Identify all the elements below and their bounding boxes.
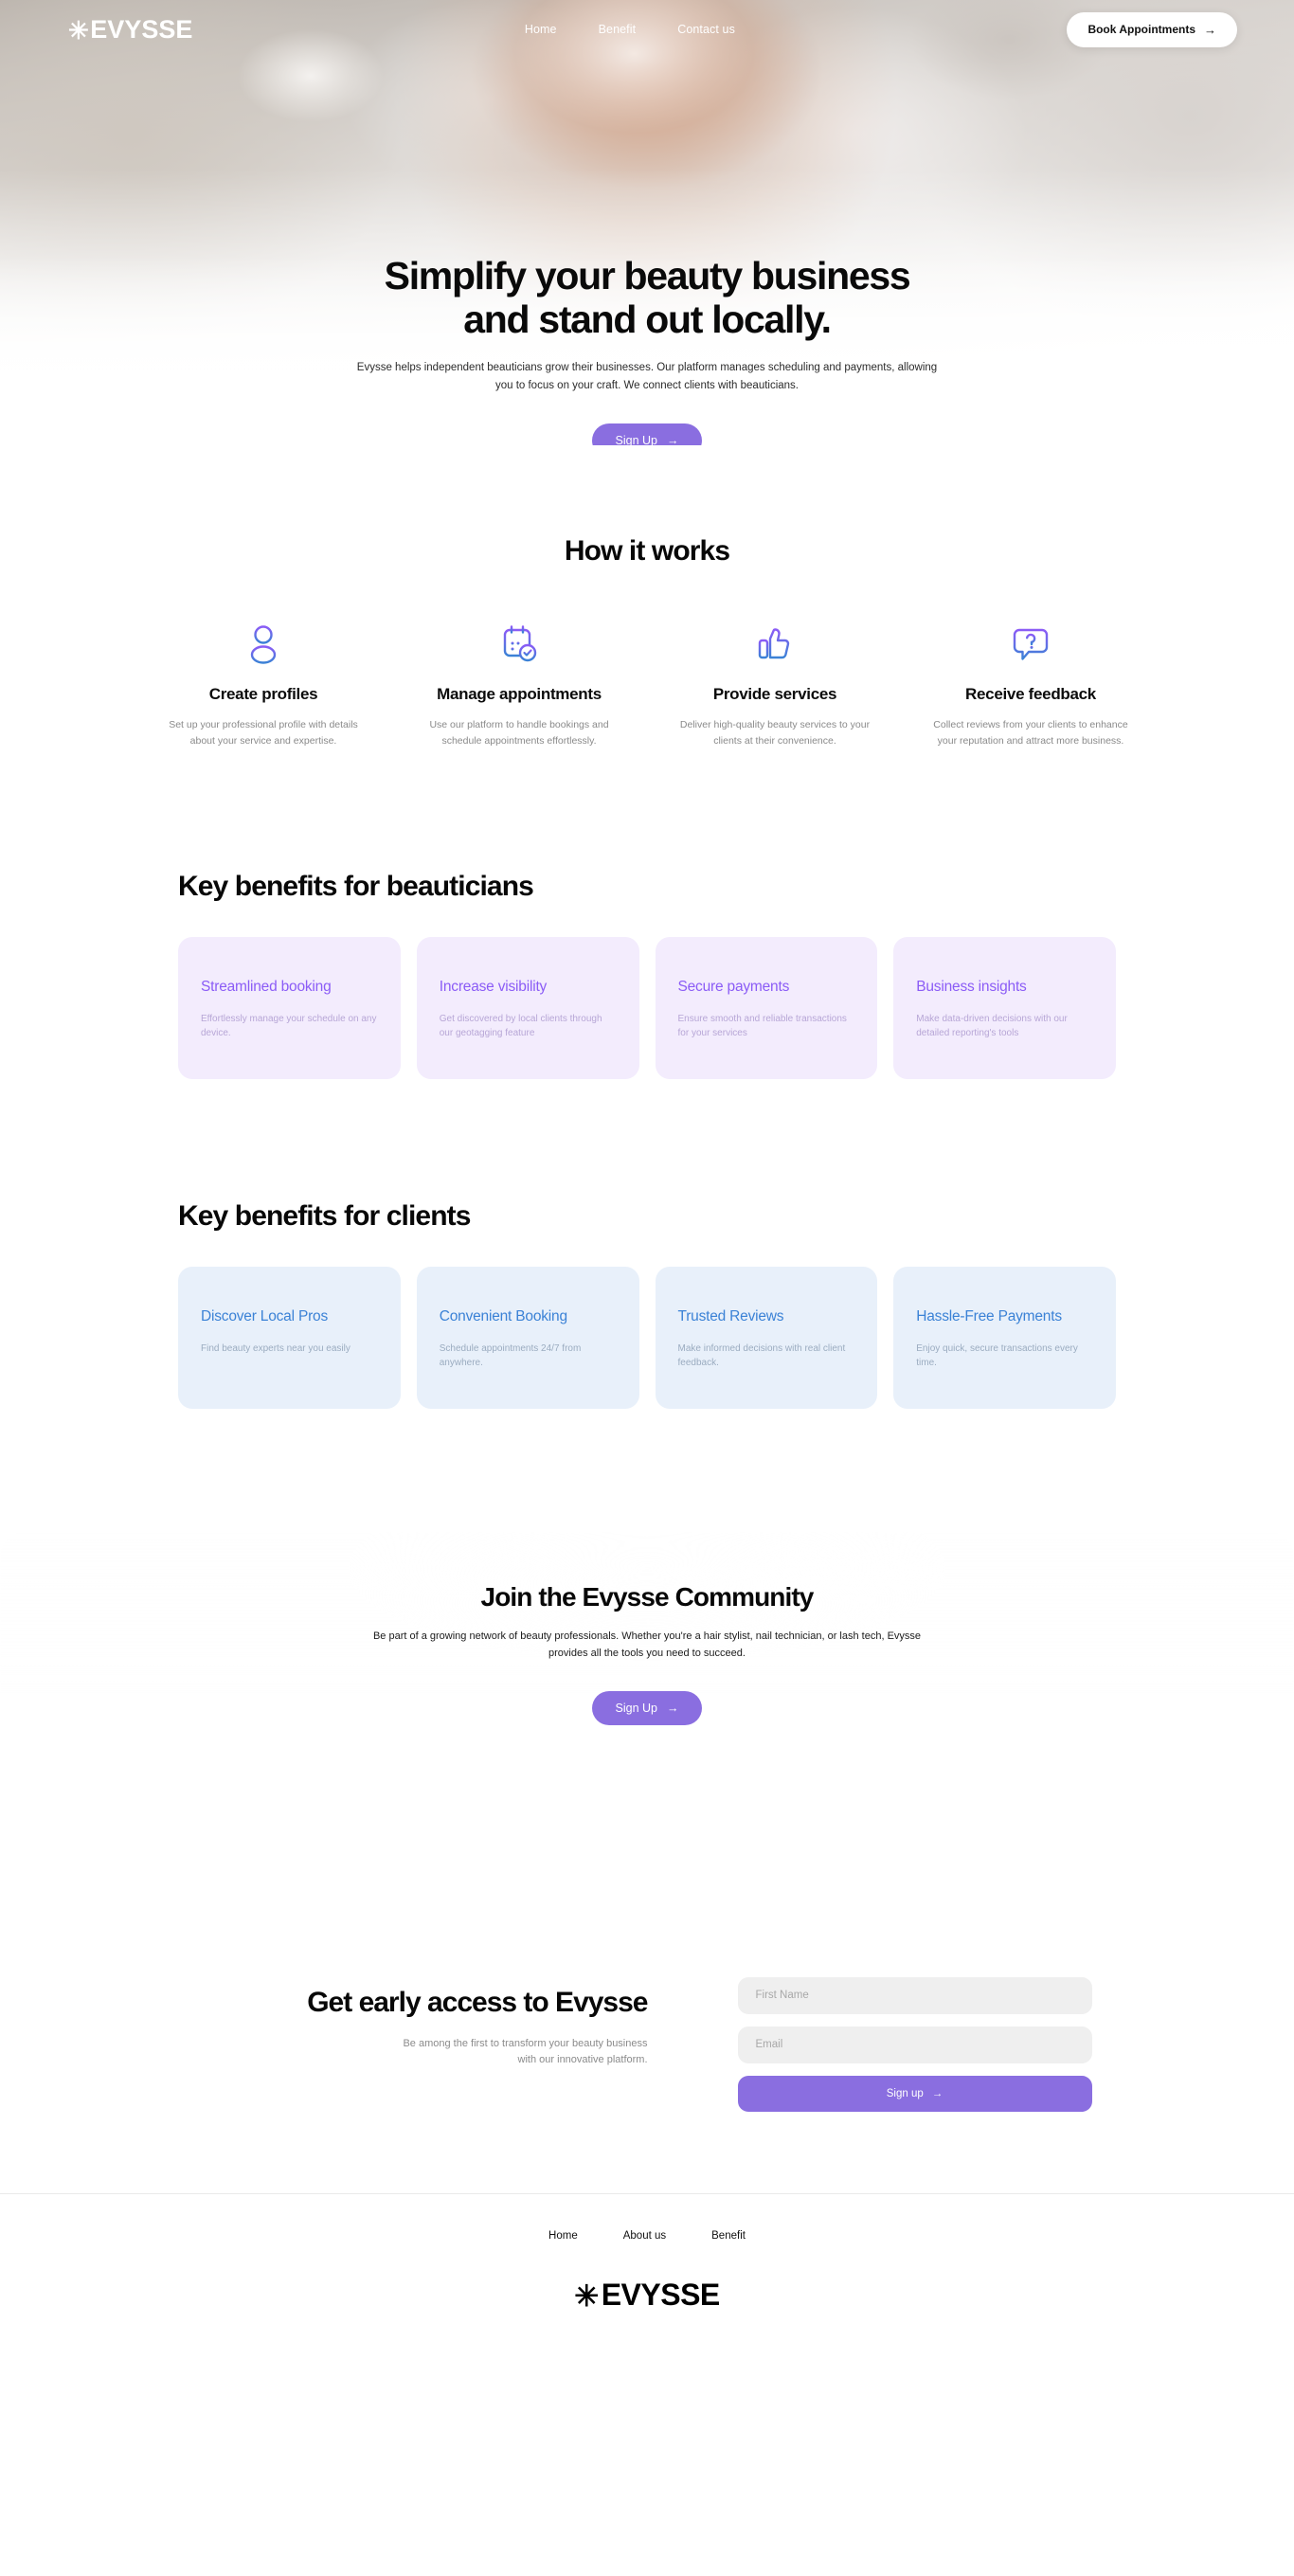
asterisk-logo-icon: ✳ xyxy=(574,2279,599,2313)
benefit-card-increase-visibility[interactable]: Increase visibility Get discovered by lo… xyxy=(416,936,639,1079)
how-it-works-grid: Create profiles Set up your professional… xyxy=(135,622,1159,749)
arrow-right-icon: → xyxy=(1204,22,1216,37)
hero-signup-button[interactable]: Sign Up → xyxy=(591,423,703,445)
benefits-beauticians-cards: Streamlined booking Effortlessly manage … xyxy=(131,936,1163,1079)
early-access-form: Sign up → xyxy=(737,1976,1092,2112)
arrow-right-icon: → xyxy=(666,433,679,445)
hero-copy: Simplify your beauty business and stand … xyxy=(0,0,1294,445)
benefit-card-desc: Effortlessly manage your schedule on any… xyxy=(201,1013,377,1039)
benefits-clients-heading: Key benefits for clients xyxy=(178,1199,471,1232)
community-title: Join the Evysse Community xyxy=(480,1581,815,1612)
arrow-right-icon: → xyxy=(931,2087,944,2099)
benefit-card-streamlined-booking[interactable]: Streamlined booking Effortlessly manage … xyxy=(178,936,401,1079)
hero-subtitle: Evysse helps independent beauticians gro… xyxy=(356,361,938,391)
footer-link-about-us[interactable]: About us xyxy=(623,2230,666,2242)
asterisk-logo-icon: ✳ xyxy=(68,16,89,45)
benefit-card-title: Trusted Reviews xyxy=(677,1307,784,1324)
how-item-title: Manage appointments xyxy=(437,685,602,703)
benefits-clients-section: Key benefits for clients Discover Local … xyxy=(0,1079,1294,1409)
benefit-card-title: Streamlined booking xyxy=(201,978,332,995)
question-bubble-icon xyxy=(927,622,1134,666)
benefits-beauticians-section: Key benefits for beauticians Streamlined… xyxy=(0,749,1294,1079)
benefit-card-title: Discover Local Pros xyxy=(201,1307,329,1324)
brand-logo-text: EVYSSE xyxy=(90,14,193,44)
how-it-works-heading: How it works xyxy=(564,535,730,567)
early-access-signup-button[interactable]: Sign up → xyxy=(737,2075,1092,2112)
benefit-card-business-insights[interactable]: Business insights Make data-driven decis… xyxy=(893,936,1116,1079)
benefits-clients-inner: Key benefits for clients Discover Local … xyxy=(131,1200,1163,1409)
book-appointments-button[interactable]: Book Appointments → xyxy=(1067,11,1237,47)
benefit-card-title: Convenient Booking xyxy=(439,1307,567,1324)
how-item-desc: Use our platform to handle bookings and … xyxy=(429,719,609,747)
benefits-beauticians-inner: Key benefits for beauticians Streamlined… xyxy=(131,871,1163,1079)
early-access-title: Get early access to Evysse xyxy=(307,1986,648,2018)
footer: Home About us Benefit ✳ EVYSSE xyxy=(0,2192,1294,2345)
thumbs-up-icon xyxy=(672,622,878,666)
hero-title-line-2: and stand out locally. xyxy=(463,297,832,342)
early-access-section: Get early access to Evysse Be among the … xyxy=(0,1976,1294,2112)
hero-signup-label: Sign Up xyxy=(615,433,657,445)
benefit-card-trusted-reviews[interactable]: Trusted Reviews Make informed decisions … xyxy=(655,1266,878,1409)
book-appointments-label: Book Appointments xyxy=(1087,23,1195,36)
brand-logo[interactable]: ✳ EVYSSE xyxy=(68,15,192,45)
how-item-receive-feedback: Receive feedback Collect reviews from yo… xyxy=(903,622,1159,749)
nav-item-home[interactable]: Home xyxy=(525,23,557,36)
arrow-right-icon: → xyxy=(666,1701,679,1715)
nav-item-contact-us[interactable]: Contact us xyxy=(677,23,735,36)
benefit-card-convenient-booking[interactable]: Convenient Booking Schedule appointments… xyxy=(416,1266,639,1409)
early-access-copy: Get early access to Evysse Be among the … xyxy=(203,1977,648,2069)
benefits-clients-cards: Discover Local Pros Find beauty experts … xyxy=(131,1266,1163,1409)
benefit-card-title: Hassle-Free Payments xyxy=(916,1307,1062,1324)
community-copy: Join the Evysse Community Be part of a g… xyxy=(0,1532,1294,1725)
how-item-title: Create profiles xyxy=(208,685,318,703)
how-item-title: Provide services xyxy=(712,685,837,703)
how-item-desc: Set up your professional profile with de… xyxy=(169,719,358,747)
how-item-create-profiles: Create profiles Set up your professional… xyxy=(135,622,391,749)
community-section: Join the Evysse Community Be part of a g… xyxy=(0,1531,1294,1792)
benefits-beauticians-heading: Key benefits for beauticians xyxy=(178,870,534,902)
email-input[interactable] xyxy=(737,2026,1092,2063)
nav-item-benefit[interactable]: Benefit xyxy=(599,23,637,36)
how-item-provide-services: Provide services Deliver high-quality be… xyxy=(647,622,903,749)
community-signup-label: Sign Up xyxy=(615,1701,657,1715)
benefit-card-desc: Make data-driven decisions with our deta… xyxy=(916,1013,1068,1039)
hero-section: ✳ EVYSSE Home Benefit Contact us Book Ap… xyxy=(0,0,1294,445)
footer-brand-logo-text: EVYSSE xyxy=(601,2277,721,2312)
how-item-manage-appointments: Manage appointments Use our platform to … xyxy=(391,622,647,749)
benefit-card-desc: Get discovered by local clients through … xyxy=(439,1013,602,1039)
footer-links: Home About us Benefit xyxy=(0,2230,1294,2242)
benefit-card-title: Business insights xyxy=(916,978,1027,995)
footer-link-home[interactable]: Home xyxy=(548,2230,578,2242)
benefit-card-discover-local-pros[interactable]: Discover Local Pros Find beauty experts … xyxy=(178,1266,401,1409)
benefit-card-desc: Enjoy quick, secure transactions every t… xyxy=(916,1342,1078,1369)
benefit-card-desc: Schedule appointments 24/7 from anywhere… xyxy=(439,1342,582,1369)
how-it-works-section: How it works Create profiles Set up your… xyxy=(0,445,1294,749)
benefit-card-desc: Make informed decisions with real client… xyxy=(677,1342,846,1369)
first-name-input[interactable] xyxy=(737,1976,1092,2014)
early-access-signup-label: Sign up xyxy=(886,2087,924,2099)
landing-page: ✳ EVYSSE Home Benefit Contact us Book Ap… xyxy=(0,0,1294,2576)
footer-link-benefit[interactable]: Benefit xyxy=(711,2230,746,2242)
top-navbar: ✳ EVYSSE Home Benefit Contact us Book Ap… xyxy=(0,0,1294,59)
community-signup-button[interactable]: Sign Up → xyxy=(591,1690,703,1725)
user-profile-icon xyxy=(160,622,367,666)
footer-brand-logo[interactable]: ✳ EVYSSE xyxy=(0,2278,1294,2313)
benefit-card-title: Increase visibility xyxy=(439,978,548,995)
how-item-desc: Deliver high-quality beauty services to … xyxy=(679,719,871,747)
nav-links: Home Benefit Contact us xyxy=(525,23,735,36)
benefit-card-hassle-free-payments[interactable]: Hassle-Free Payments Enjoy quick, secure… xyxy=(893,1266,1116,1409)
benefit-card-secure-payments[interactable]: Secure payments Ensure smooth and reliab… xyxy=(655,936,878,1079)
benefit-card-desc: Ensure smooth and reliable transactions … xyxy=(677,1013,847,1039)
hero-title-line-1: Simplify your beauty business xyxy=(384,254,911,297)
how-item-desc: Collect reviews from your clients to enh… xyxy=(933,719,1128,747)
community-subtitle: Be part of a growing network of beauty p… xyxy=(372,1630,922,1660)
benefit-card-desc: Find beauty experts near you easily xyxy=(201,1342,350,1354)
hero-title: Simplify your beauty business and stand … xyxy=(287,254,1007,342)
calendar-check-icon xyxy=(416,622,622,666)
benefit-card-title: Secure payments xyxy=(677,978,790,995)
early-access-subtitle: Be among the first to transform your bea… xyxy=(403,2037,648,2066)
how-item-title: Receive feedback xyxy=(965,685,1096,703)
